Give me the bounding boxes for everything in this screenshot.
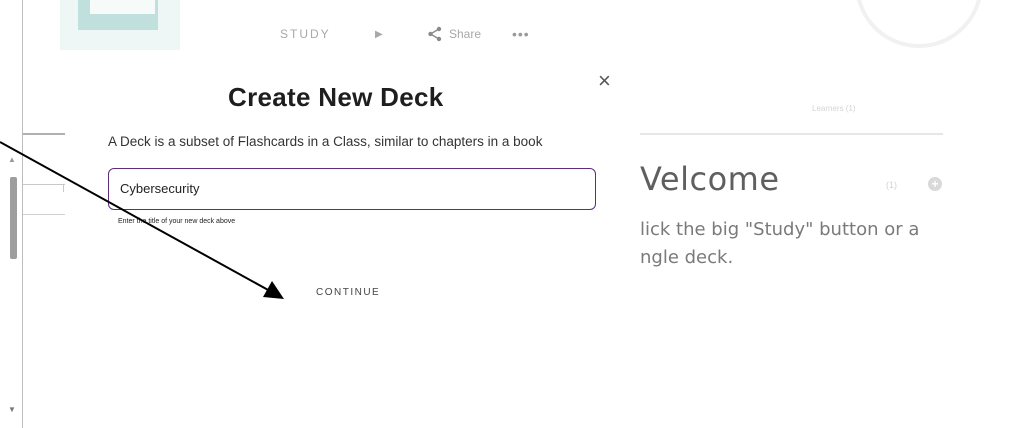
annotation-arrow (0, 141, 284, 299)
